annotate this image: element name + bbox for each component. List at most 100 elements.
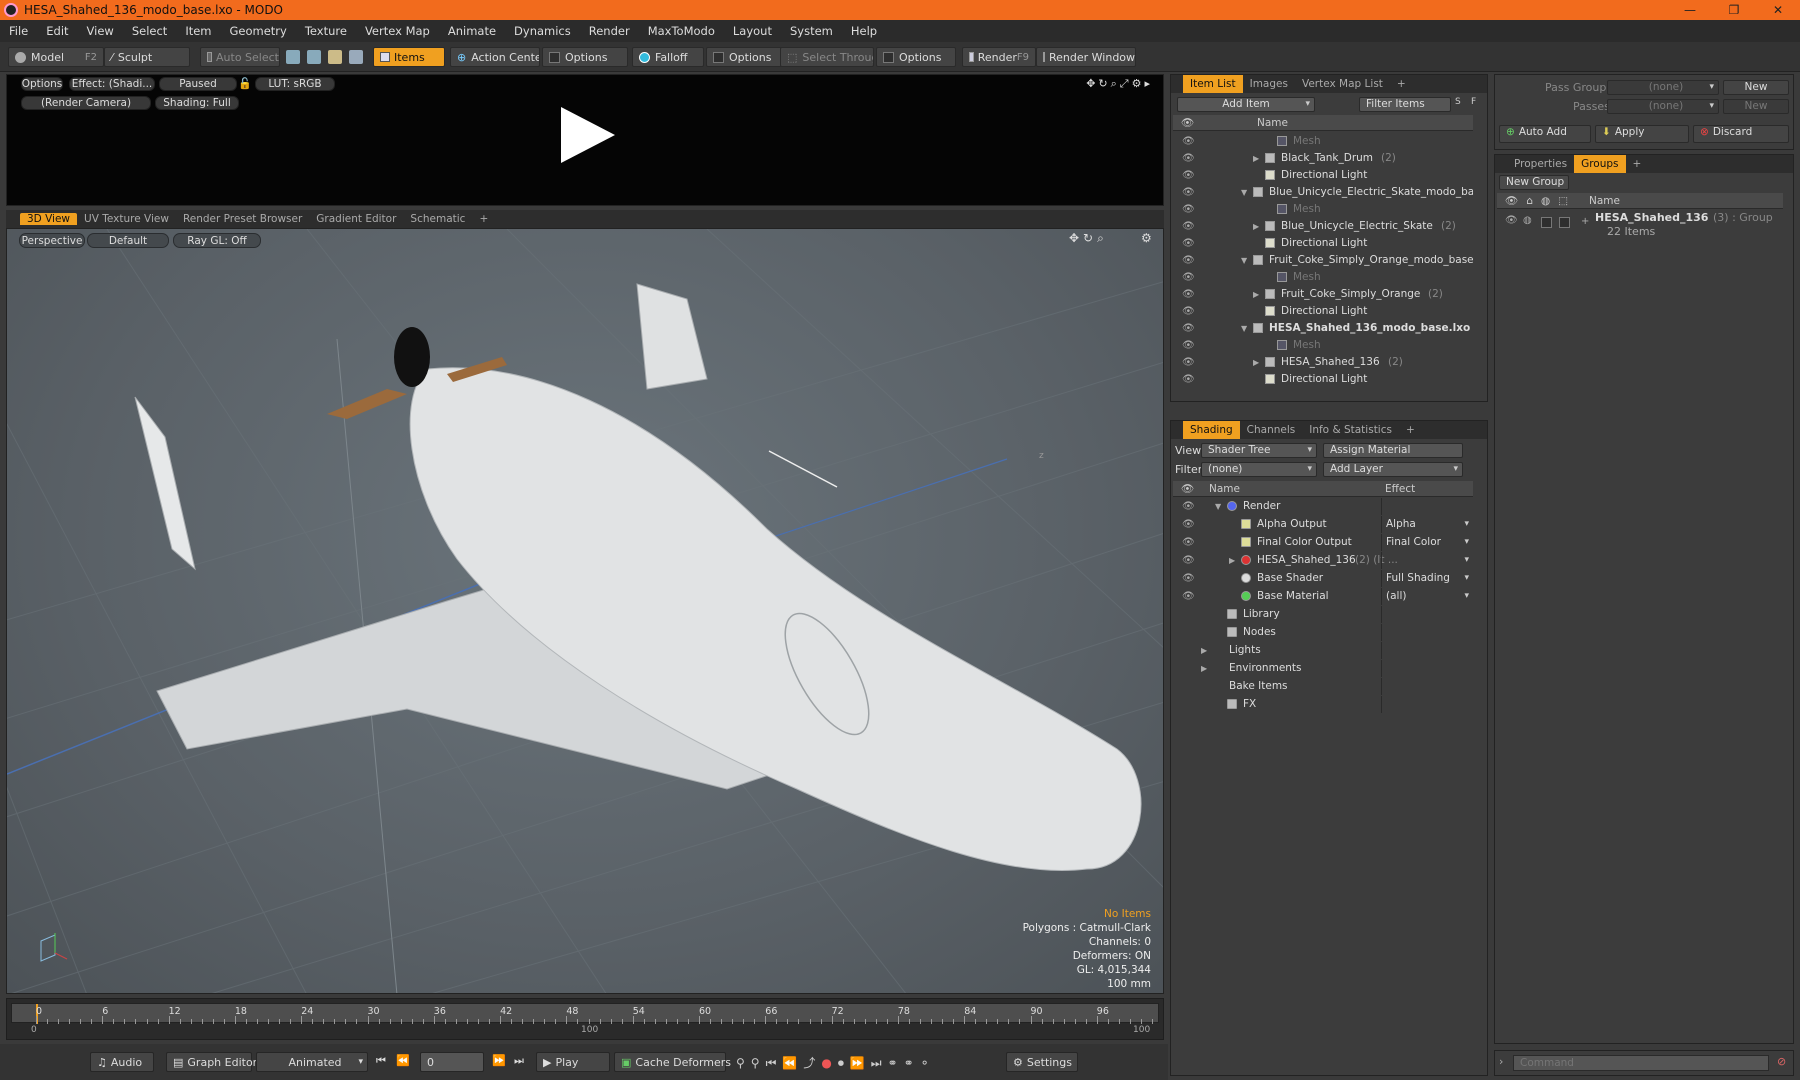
shader-tree-row[interactable]: ▶ Environments (1173, 660, 1473, 677)
select-checkbox[interactable] (1559, 215, 1575, 228)
visibility-eye-icon[interactable]: 👁 (1182, 150, 1195, 167)
auto-select-button[interactable]: Auto Select (200, 47, 280, 67)
play-icon[interactable] (555, 103, 619, 167)
model-mode-button[interactable]: Model F2 (8, 47, 104, 67)
visibility-eye-icon[interactable]: 👁 (1182, 133, 1195, 150)
perspective-dropdown[interactable]: Perspective (19, 233, 85, 248)
visibility-eye-icon[interactable]: 👁 (1182, 167, 1195, 184)
vertices-mode-icon[interactable] (286, 50, 300, 64)
item-list-row[interactable]: 👁 Directional Light (1173, 371, 1473, 388)
visibility-eye-icon[interactable]: 👁 (1182, 269, 1195, 286)
raygl-dropdown[interactable]: Ray GL: Off (173, 233, 261, 248)
menu-select[interactable]: Select (123, 24, 176, 38)
audio-button[interactable]: ♫ Audio (90, 1052, 154, 1072)
chevron-down-icon[interactable]: ▾ (1464, 552, 1469, 569)
viewport-nav-icons[interactable]: ✥↻⌕ (1069, 231, 1108, 246)
add-item-dropdown[interactable]: Add Item (1177, 97, 1315, 112)
visibility-eye-icon[interactable]: 👁 (1182, 320, 1195, 337)
menu-help[interactable]: Help (842, 24, 886, 38)
action-center-options-button[interactable]: Options (542, 47, 628, 67)
item-list-row[interactable]: 👁 Directional Light (1173, 167, 1473, 184)
menu-geometry[interactable]: Geometry (221, 24, 296, 38)
timeline-ruler[interactable]: 0 6 12 18 24 30 36 42 48 54 60 66 72 78 84 90 96 (11, 1003, 1159, 1024)
lock-icon[interactable]: ◍ (1523, 215, 1532, 226)
render-checkbox[interactable] (1541, 215, 1557, 228)
preview-options-button[interactable]: Options (21, 77, 63, 91)
expand-arrow-icon[interactable]: ▶ (1229, 552, 1235, 569)
expand-arrow-icon[interactable]: ▶ (1253, 150, 1259, 167)
menu-view[interactable]: View (78, 24, 123, 38)
menu-file[interactable]: File (0, 24, 37, 38)
tab-render-preset-browser[interactable]: Render Preset Browser (176, 213, 309, 225)
animated-dropdown[interactable]: Animated ▾ (256, 1052, 368, 1072)
render-button[interactable]: Render F9 (962, 47, 1036, 67)
tab-vertex-map-list[interactable]: Vertex Map List (1295, 75, 1390, 93)
minimize-icon[interactable]: — (1668, 0, 1712, 20)
preview-lut-dropdown[interactable]: LUT: sRGB (255, 77, 335, 91)
new-pass-group-button[interactable]: New (1723, 80, 1789, 95)
menu-render[interactable]: Render (580, 24, 639, 38)
menu-texture[interactable]: Texture (296, 24, 356, 38)
menu-system[interactable]: System (781, 24, 842, 38)
viewport-settings-icon[interactable]: ⚙ (1141, 231, 1152, 245)
next-frame-icon[interactable]: ⏩ (492, 1054, 506, 1067)
maximize-icon[interactable]: ❐ (1712, 0, 1756, 20)
expand-arrow-icon[interactable]: ▶ (1253, 218, 1259, 235)
chevron-down-icon[interactable]: ▾ (1464, 570, 1469, 587)
visibility-eye-icon[interactable]: 👁 (1182, 534, 1195, 551)
add-tab-button[interactable]: + (1399, 421, 1422, 439)
falloff-options-button[interactable]: Options (706, 47, 782, 67)
select-through-button[interactable]: ⬚Select Through (780, 47, 874, 67)
effect-cell[interactable]: (all) ▾ (1381, 588, 1473, 605)
shader-tree-row[interactable]: 👁 Final Color Output Final Color ▾ (1173, 534, 1473, 551)
frame-input[interactable]: 0 (420, 1052, 484, 1072)
tab-gradient-editor[interactable]: Gradient Editor (309, 213, 403, 225)
visibility-eye-icon[interactable]: 👁 (1182, 286, 1195, 303)
collapse-arrow-icon[interactable]: ▼ (1215, 498, 1221, 515)
command-input[interactable] (1513, 1055, 1769, 1071)
item-list-row[interactable]: 👁 Directional Light (1173, 303, 1473, 320)
group-row[interactable]: 👁 ◍ + HESA_Shahed_136 (3) : Group 22 Ite… (1497, 211, 1783, 239)
shader-tree-row[interactable]: Library (1173, 606, 1473, 623)
play-button[interactable]: ▶ Play (536, 1052, 610, 1072)
visibility-eye-icon[interactable]: 👁 (1182, 498, 1195, 515)
first-frame-icon[interactable]: ⏮ (376, 1054, 386, 1068)
shader-tree-row[interactable]: 👁 Base Material (all) ▾ (1173, 588, 1473, 605)
menu-edit[interactable]: Edit (37, 24, 77, 38)
add-tab-button[interactable]: + (472, 213, 495, 225)
3d-viewport[interactable]: Perspective Default Ray GL: Off ✥↻⌕ ⚙ z … (6, 228, 1164, 994)
falloff-button[interactable]: Falloff (632, 47, 704, 67)
preview-effect-dropdown[interactable]: Effect: (Shadi... (69, 77, 155, 91)
cache-deformers-button[interactable]: ▣ Cache Deformers (614, 1052, 731, 1072)
tab-info-statistics[interactable]: Info & Statistics (1302, 421, 1399, 439)
item-list-row[interactable]: 👁 ▼ HESA_Shahed_136_modo_base.lxo (1173, 320, 1473, 337)
filter-s-icon[interactable]: S (1455, 97, 1461, 107)
shader-tree-row[interactable]: 👁 Alpha Output Alpha ▾ (1173, 516, 1473, 533)
visibility-eye-icon[interactable]: 👁 (1182, 354, 1195, 371)
auto-add-button[interactable]: ⊕ Auto Add (1499, 125, 1591, 143)
select-through-options-button[interactable]: Options (876, 47, 956, 67)
timeline[interactable]: 0 6 12 18 24 30 36 42 48 54 60 66 72 78 84 90 96 0 100 1… (6, 998, 1164, 1040)
filter-dropdown[interactable]: (none) (1201, 462, 1317, 477)
new-pass-button[interactable]: New (1723, 99, 1789, 114)
add-tab-button[interactable]: + (1390, 75, 1413, 93)
item-list-row[interactable]: 👁 Directional Light (1173, 235, 1473, 252)
tab-groups[interactable]: Groups (1574, 155, 1626, 173)
materials-mode-icon[interactable] (349, 50, 363, 64)
item-list-row[interactable]: 👁 Mesh (1173, 133, 1473, 150)
tab-item-list[interactable]: Item List (1183, 75, 1243, 93)
preview-camera-dropdown[interactable]: (Render Camera) (21, 96, 151, 110)
passes-dropdown[interactable]: (none) (1607, 99, 1719, 114)
preview-paused-button[interactable]: Paused (159, 77, 237, 91)
menu-layout[interactable]: Layout (724, 24, 781, 38)
tab-images[interactable]: Images (1243, 75, 1295, 93)
effect-cell[interactable]: Final Color ▾ (1381, 534, 1473, 551)
visibility-eye-icon[interactable]: 👁 (1505, 215, 1518, 226)
prev-frame-icon[interactable]: ⏪ (396, 1054, 410, 1067)
menu-animate[interactable]: Animate (439, 24, 505, 38)
visibility-eye-icon[interactable]: 👁 (1182, 516, 1195, 533)
visibility-eye-icon[interactable]: 👁 (1182, 552, 1195, 569)
command-stop-icon[interactable]: ⊘ (1777, 1055, 1786, 1068)
visibility-eye-icon[interactable]: 👁 (1182, 588, 1195, 605)
tab-3d-view[interactable]: 3D View (20, 213, 78, 225)
